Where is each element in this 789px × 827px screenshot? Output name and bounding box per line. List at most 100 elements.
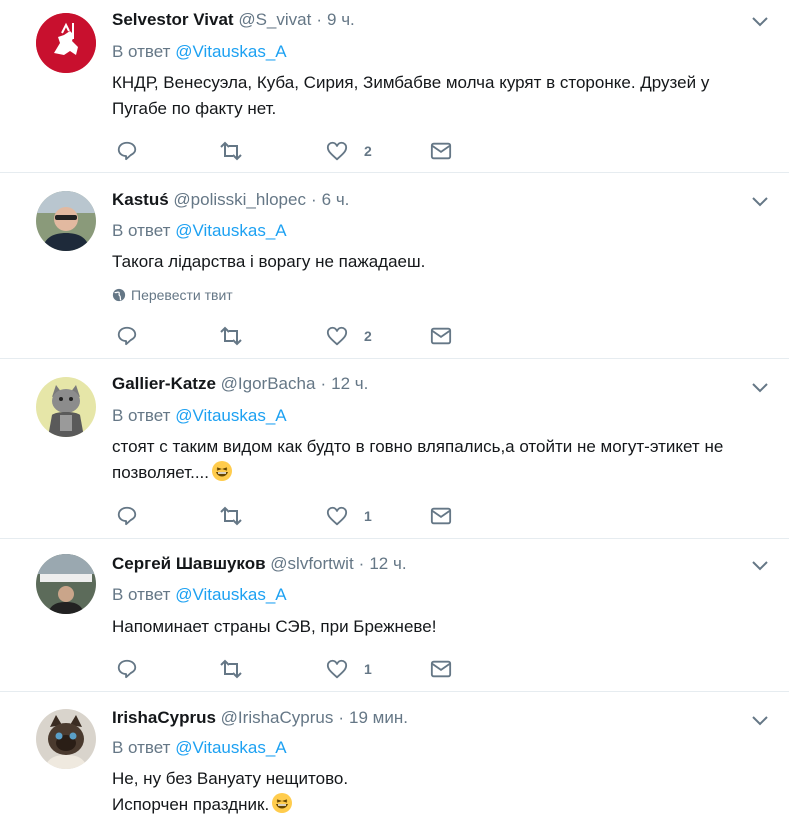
- knight-emblem-icon: [36, 13, 96, 73]
- cat-photo-icon: [36, 709, 96, 769]
- author-handle[interactable]: @IrishaCyprus: [221, 708, 334, 727]
- author-handle[interactable]: @polisski_hlopec: [173, 190, 306, 209]
- retweet-icon: [220, 506, 242, 526]
- avatar[interactable]: [36, 554, 96, 614]
- retweet-button[interactable]: [218, 324, 244, 348]
- reply-icon: [117, 659, 137, 679]
- separator-dot: ·: [316, 10, 323, 29]
- author-handle[interactable]: @S_vivat: [238, 10, 311, 29]
- heart-icon: [326, 326, 348, 346]
- tweet-text: Такога лідарства і ворагу не пажадаеш.: [112, 249, 772, 275]
- reply-context: В ответ @Vitauskas_A: [112, 405, 287, 427]
- direct-message-button[interactable]: [430, 324, 452, 348]
- cat-in-armor-icon: [36, 377, 96, 437]
- reply-mention-link[interactable]: @Vitauskas_A: [175, 406, 286, 425]
- envelope-icon: [430, 142, 452, 160]
- author-name[interactable]: Kastuś: [112, 190, 169, 209]
- separator-dot: ·: [358, 554, 365, 573]
- direct-message-button[interactable]: [430, 504, 452, 528]
- reply-prefix: В ответ: [112, 42, 171, 61]
- tweet-text-line: Такога лідарства і ворагу не пажадаеш.: [112, 252, 426, 271]
- reply-mention-link[interactable]: @Vitauskas_A: [175, 42, 286, 61]
- reply-mention-link[interactable]: @Vitauskas_A: [175, 738, 286, 757]
- tweet[interactable]: IrishaCyprus @IrishaCyprus · 19 мин. В отв…: [0, 692, 789, 827]
- tweet-text: Не, ну без Вануату нещитово. Испорчен пр…: [112, 766, 772, 818]
- tweet[interactable]: Selvestor Vivat @S_vivat · 9 ч. В ответ @V…: [0, 0, 789, 173]
- author-name[interactable]: Gallier-Katze: [112, 374, 216, 393]
- like-button[interactable]: 1: [326, 657, 372, 681]
- timestamp[interactable]: 6 ч.: [322, 190, 350, 209]
- author-name[interactable]: IrishaCyprus: [112, 708, 216, 727]
- translate-label[interactable]: Перевести твит: [131, 287, 233, 303]
- retweet-icon: [220, 141, 242, 161]
- heart-icon: [326, 141, 348, 161]
- like-button[interactable]: 2: [326, 139, 372, 163]
- chevron-down-icon[interactable]: [750, 710, 770, 730]
- tweet-actions: 1: [112, 657, 472, 681]
- tweet[interactable]: Kastuś @polisski_hlopec · 6 ч. В ответ @Vi…: [0, 173, 789, 359]
- separator-dot: ·: [310, 190, 317, 209]
- timestamp[interactable]: 19 мин.: [349, 708, 408, 727]
- retweet-button[interactable]: [218, 139, 244, 163]
- timestamp[interactable]: 12 ч.: [369, 554, 406, 573]
- reply-button[interactable]: [116, 657, 138, 681]
- reply-context: В ответ @Vitauskas_A: [112, 41, 287, 63]
- reply-mention-link[interactable]: @Vitauskas_A: [175, 221, 286, 240]
- direct-message-button[interactable]: [430, 657, 452, 681]
- retweet-button[interactable]: [218, 504, 244, 528]
- reply-icon: [117, 141, 137, 161]
- tweet-actions: 2: [112, 324, 472, 348]
- envelope-icon: [430, 507, 452, 525]
- tweet-text-line: Испорчен праздник.: [112, 795, 270, 814]
- tweet-text-line: позволяет....: [112, 463, 209, 482]
- avatar[interactable]: [36, 709, 96, 769]
- avatar[interactable]: [36, 13, 96, 73]
- reply-context: В ответ @Vitauskas_A: [112, 737, 287, 759]
- tweet-text-line: стоят с таким видом как будто в говно вл…: [112, 437, 724, 456]
- envelope-icon: [430, 660, 452, 678]
- reply-prefix: В ответ: [112, 406, 171, 425]
- chevron-down-icon[interactable]: [750, 11, 770, 31]
- timestamp[interactable]: 12 ч.: [331, 374, 368, 393]
- like-count: 2: [364, 143, 372, 159]
- tweet[interactable]: Gallier-Katze @IgorBacha · 12 ч. В ответ @…: [0, 359, 789, 539]
- heart-icon: [326, 659, 348, 679]
- retweet-button[interactable]: [218, 657, 244, 681]
- reply-button[interactable]: [116, 324, 138, 348]
- author-name[interactable]: Selvestor Vivat: [112, 10, 234, 29]
- tweet-actions: 2: [112, 139, 472, 163]
- separator-dot: ·: [338, 708, 345, 727]
- tweet[interactable]: Сергей Шавшуков @slvfortwit · 12 ч. В отве…: [0, 539, 789, 692]
- reply-mention-link[interactable]: @Vitauskas_A: [175, 585, 286, 604]
- retweet-icon: [220, 326, 242, 346]
- tweet-text: Напоминает страны СЭВ, при Брежневе!: [112, 614, 772, 640]
- reply-prefix: В ответ: [112, 585, 171, 604]
- user-photo-icon: [36, 191, 96, 251]
- avatar[interactable]: [36, 377, 96, 437]
- chevron-down-icon[interactable]: [750, 377, 770, 397]
- chevron-down-icon[interactable]: [750, 191, 770, 211]
- reply-button[interactable]: [116, 139, 138, 163]
- like-button[interactable]: 2: [326, 324, 372, 348]
- like-count: 1: [364, 661, 372, 677]
- direct-message-button[interactable]: [430, 139, 452, 163]
- reply-prefix: В ответ: [112, 221, 171, 240]
- tweet-text-line: КНДР, Венесуэла, Куба, Сирия, Зимбабве м…: [112, 73, 710, 92]
- laughing-emoji-icon: [212, 461, 232, 481]
- like-button[interactable]: 1: [326, 504, 372, 528]
- reply-icon: [117, 506, 137, 526]
- retweet-icon: [220, 659, 242, 679]
- translate-tweet-link[interactable]: Перевести твит: [112, 287, 233, 303]
- avatar[interactable]: [36, 191, 96, 251]
- author-name[interactable]: Сергей Шавшуков: [112, 554, 266, 573]
- separator-dot: ·: [320, 374, 327, 393]
- reply-context: В ответ @Vitauskas_A: [112, 584, 287, 606]
- timestamp[interactable]: 9 ч.: [327, 10, 355, 29]
- author-handle[interactable]: @slvfortwit: [270, 554, 353, 573]
- reply-button[interactable]: [116, 504, 138, 528]
- chevron-down-icon[interactable]: [750, 555, 770, 575]
- envelope-icon: [430, 327, 452, 345]
- globe-icon: [112, 288, 126, 302]
- author-handle[interactable]: @IgorBacha: [221, 374, 316, 393]
- reply-icon: [117, 326, 137, 346]
